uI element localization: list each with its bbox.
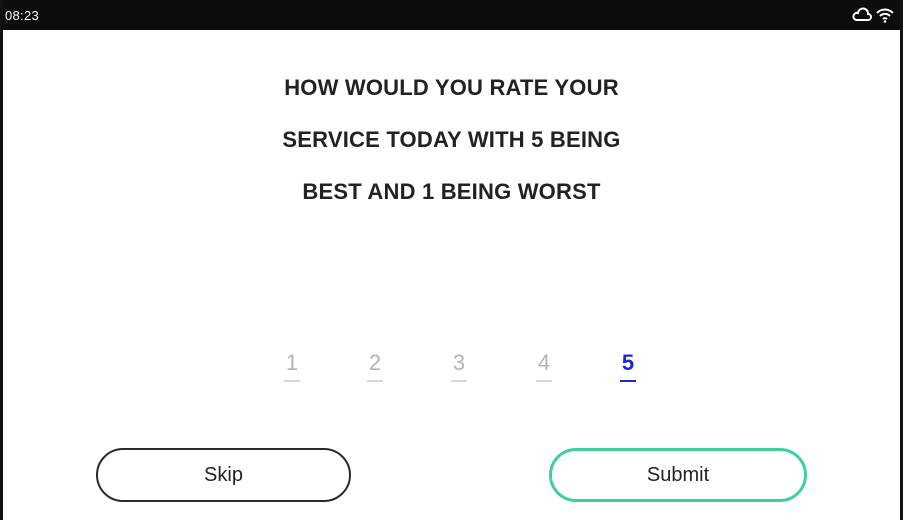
rating-option-3[interactable]: 3 <box>444 350 474 382</box>
submit-button[interactable]: Submit <box>549 448 807 502</box>
status-time: 08:23 <box>5 7 40 23</box>
wifi-icon <box>876 7 894 23</box>
survey-question: HOW WOULD YOU RATE YOUR SERVICE TODAY WI… <box>3 62 900 218</box>
rating-scale: 1 2 3 4 5 <box>3 350 900 396</box>
rating-option-5[interactable]: 5 <box>613 350 643 382</box>
status-icons <box>852 6 894 24</box>
rating-option-4[interactable]: 4 <box>529 350 559 382</box>
question-line: HOW WOULD YOU RATE YOUR <box>284 75 619 100</box>
survey-screen: 08:23 HOW WOULD YOU RATE YOUR SERVICE TO… <box>0 0 903 520</box>
question-line: BEST AND 1 BEING WORST <box>302 179 601 204</box>
skip-button[interactable]: Skip <box>96 448 351 502</box>
status-bar: 08:23 <box>3 0 900 30</box>
cloud-icon <box>852 7 872 23</box>
rating-option-2[interactable]: 2 <box>360 350 390 382</box>
rating-option-1[interactable]: 1 <box>277 350 307 382</box>
question-line: SERVICE TODAY WITH 5 BEING <box>282 127 621 152</box>
